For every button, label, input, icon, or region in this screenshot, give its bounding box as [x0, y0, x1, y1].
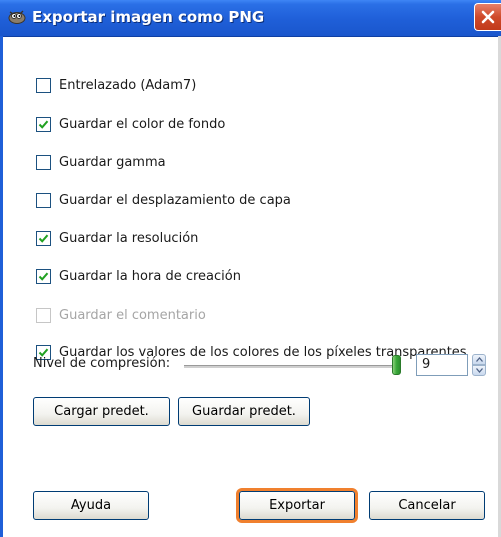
- save-defaults-button[interactable]: Guardar predet.: [178, 397, 310, 426]
- load-defaults-button[interactable]: Cargar predet.: [33, 397, 170, 426]
- compression-slider-thumb[interactable]: [392, 355, 401, 375]
- checkbox-save-creation-time[interactable]: [36, 268, 51, 284]
- gimp-wilber-icon[interactable]: [6, 8, 26, 24]
- option-label: Guardar el color de fondo: [59, 116, 226, 132]
- checkbox-save-comment: [36, 307, 51, 323]
- compression-label: Nivel de compresión:: [33, 356, 171, 371]
- help-button[interactable]: Ayuda: [33, 491, 149, 520]
- check-icon: [38, 272, 49, 281]
- checkbox-save-resolution[interactable]: [36, 230, 51, 246]
- spin-up-button[interactable]: [472, 354, 486, 365]
- option-label: Guardar el desplazamiento de capa: [59, 192, 291, 208]
- window-title: Exportar imagen como PNG: [32, 8, 265, 26]
- option-save-background-color[interactable]: Guardar el color de fondo: [36, 114, 225, 134]
- chevron-down-icon: [476, 368, 483, 373]
- spin-down-button[interactable]: [472, 365, 486, 376]
- compression-slider-track[interactable]: [184, 365, 394, 368]
- option-interlace[interactable]: Entrelazado (Adam7): [36, 75, 196, 95]
- title-bar: Exportar imagen como PNG: [0, 0, 501, 37]
- option-save-comment: Guardar el comentario: [36, 305, 206, 325]
- check-icon: [38, 120, 49, 129]
- option-label: Guardar la resolución: [59, 230, 199, 246]
- check-icon: [38, 234, 49, 243]
- option-label: Guardar gamma: [59, 154, 166, 170]
- export-button[interactable]: Exportar: [239, 491, 355, 520]
- checkbox-save-layer-offset[interactable]: [36, 192, 51, 208]
- chevron-up-icon: [476, 357, 483, 362]
- option-label: Guardar el comentario: [59, 307, 206, 323]
- checkbox-interlace[interactable]: [36, 77, 51, 93]
- cancel-button[interactable]: Cancelar: [369, 491, 485, 520]
- option-save-gamma[interactable]: Guardar gamma: [36, 152, 166, 172]
- close-button[interactable]: [474, 3, 501, 31]
- window-frame-left: [0, 36, 3, 537]
- option-label: Entrelazado (Adam7): [59, 77, 197, 93]
- option-save-creation-time[interactable]: Guardar la hora de creación: [36, 266, 241, 286]
- option-save-layer-offset[interactable]: Guardar el desplazamiento de capa: [36, 190, 291, 210]
- compression-value-field[interactable]: 9: [416, 354, 468, 376]
- checkbox-save-background-color[interactable]: [36, 116, 51, 132]
- close-icon: [481, 10, 495, 24]
- option-label: Guardar la hora de creación: [59, 268, 241, 284]
- option-save-resolution[interactable]: Guardar la resolución: [36, 228, 198, 248]
- checkbox-save-gamma[interactable]: [36, 154, 51, 170]
